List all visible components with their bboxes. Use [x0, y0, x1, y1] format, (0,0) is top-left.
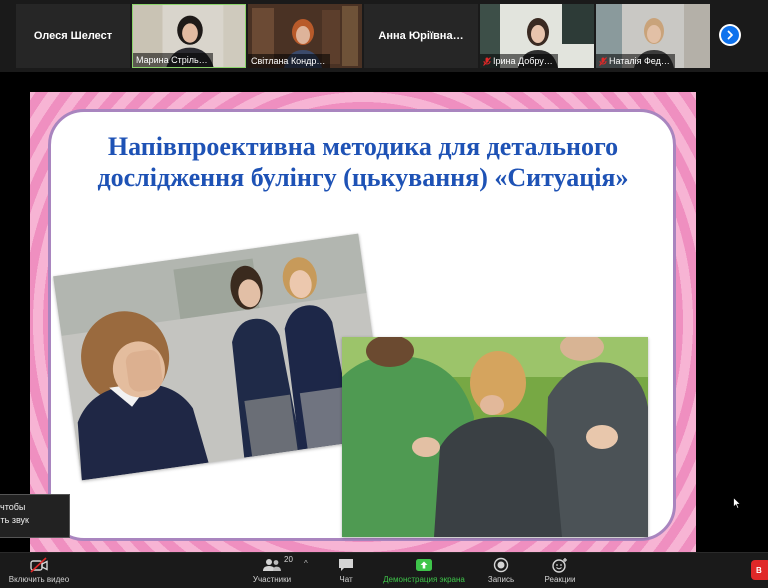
- participant-tile-active-speaker[interactable]: Марина Стріль…: [132, 4, 246, 68]
- chevron-up-icon[interactable]: ^: [304, 559, 308, 568]
- smiley-add-icon: [551, 556, 569, 573]
- shared-screen[interactable]: Напівпроективна методика для детального …: [0, 72, 768, 552]
- people-icon: 20: [262, 555, 293, 573]
- slide-photo-boys: [342, 337, 648, 537]
- participant-name: Марина Стріль…: [136, 55, 208, 65]
- presentation-slide: Напівпроективна методика для детального …: [30, 92, 696, 552]
- reactions-button[interactable]: Реакции: [540, 556, 580, 588]
- participant-name: Ірина Добру…: [493, 56, 553, 66]
- record-label: Запись: [487, 575, 515, 584]
- participant-caption: Ірина Добру…: [480, 54, 558, 68]
- meeting-toolbar: Включить видео 20 Участники ^ Чат Демонс…: [0, 552, 768, 588]
- chat-icon: [338, 556, 354, 573]
- slide-title: Напівпроективна методика для детального …: [68, 131, 658, 193]
- start-video-label: Включить видео: [8, 575, 70, 584]
- record-button[interactable]: Запись: [486, 556, 516, 588]
- slide-title-line: дослідження булінгу (цькування) «Ситуаці…: [97, 163, 629, 192]
- participant-name: Наталія Фед…: [609, 56, 670, 66]
- participant-name: Світлана Кондр…: [251, 56, 326, 66]
- participants-label: Участники: [252, 575, 292, 584]
- participant-caption: Наталія Фед…: [596, 54, 675, 68]
- participant-caption: Світлана Кондр…: [248, 54, 331, 68]
- share-screen-label: Демонстрация экрана: [383, 575, 465, 584]
- next-page-button[interactable]: [719, 24, 741, 46]
- audio-join-notification[interactable]: те, чтобы очить звук: [0, 494, 70, 538]
- mic-off-icon: [599, 56, 607, 66]
- slide-photo-girls: [53, 233, 387, 481]
- participant-caption: Марина Стріль…: [133, 53, 213, 67]
- participant-name: Олеся Шелест: [33, 30, 113, 42]
- chevron-right-icon: [721, 26, 739, 44]
- participant-strip: Олеся Шелест Марина Стріль… Світлана Кон…: [0, 0, 768, 72]
- slide-title-line: Напівпроективна методика для детального: [107, 132, 619, 161]
- record-icon: [493, 556, 509, 573]
- chat-button[interactable]: Чат: [336, 556, 356, 588]
- participant-tile[interactable]: Ірина Добру…: [480, 4, 594, 68]
- notification-text: очить звук: [0, 515, 29, 525]
- participants-button[interactable]: 20 Участники: [250, 555, 294, 588]
- start-video-button[interactable]: Включить видео: [4, 556, 74, 588]
- end-meeting-button[interactable]: В: [751, 560, 768, 580]
- mic-off-icon: [483, 56, 491, 66]
- participant-tile[interactable]: Світлана Кондр…: [248, 4, 362, 68]
- participant-tile[interactable]: Наталія Фед…: [596, 4, 710, 68]
- video-off-icon: [29, 556, 49, 573]
- reactions-label: Реакции: [544, 575, 576, 584]
- notification-text: те, чтобы: [0, 502, 26, 512]
- share-screen-button[interactable]: Демонстрация экрана: [378, 556, 470, 588]
- share-screen-icon: [415, 556, 433, 573]
- participant-tile[interactable]: Олеся Шелест: [16, 4, 130, 68]
- mouse-cursor-icon: [733, 497, 741, 509]
- chat-label: Чат: [339, 575, 353, 584]
- participant-tile[interactable]: Анна Юріївна…: [364, 4, 478, 68]
- participant-name: Анна Юріївна…: [378, 30, 464, 42]
- participants-count: 20: [284, 555, 293, 564]
